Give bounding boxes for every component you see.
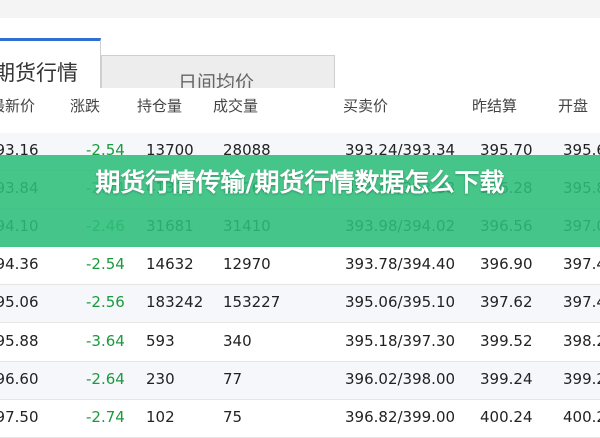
cell-open-interest: 593: [146, 332, 175, 350]
title-banner: 期货行情传输/期货行情数据怎么下载: [0, 155, 600, 247]
header-volume[interactable]: 成交量: [213, 95, 258, 116]
cell-open: 397.4: [563, 255, 600, 273]
cell-volume: 153227: [223, 293, 281, 311]
cell-prev-settle: 399.52: [480, 332, 533, 350]
table-row[interactable]: 395.06 -2.56 183242 153227 395.06/395.10 397.…: [0, 285, 600, 323]
cell-prev-settle: 396.90: [480, 255, 533, 273]
cell-change: -2.54: [86, 255, 125, 273]
cell-open: 397.4: [563, 293, 600, 311]
cell-open: 398.2: [563, 332, 600, 350]
cell-open-interest: 230: [146, 370, 175, 388]
cell-prev-settle: 397.62: [480, 293, 533, 311]
cell-prev-settle: 399.24: [480, 370, 533, 388]
cell-open-interest: 102: [146, 408, 175, 426]
cell-last-price: 395.88: [0, 332, 39, 350]
banner-title: 期货行情传输/期货行情数据怎么下载: [95, 168, 505, 197]
table-header: 最新价 涨跌 持仓量 成交量 买卖价 昨结算 开盘: [0, 88, 600, 124]
cell-change: -2.74: [86, 408, 125, 426]
row-divider: [0, 322, 600, 323]
cell-last-price: 397.50: [0, 408, 39, 426]
window-top-bar: [0, 0, 600, 18]
table-row[interactable]: 394.36 -2.54 14632 12970 393.78/394.40 396.90…: [0, 247, 600, 285]
header-open[interactable]: 开盘: [558, 95, 588, 116]
cell-change: -3.64: [86, 332, 125, 350]
cell-prev-settle: 400.24: [480, 408, 533, 426]
cell-bid-ask: 395.06/395.10: [345, 293, 456, 311]
cell-bid-ask: 396.02/398.00: [345, 370, 456, 388]
header-bid-ask[interactable]: 买卖价: [343, 95, 388, 116]
cell-change: -2.64: [86, 370, 125, 388]
table-row[interactable]: 397.50 -2.74 102 75 396.82/399.00 400.24 400.2: [0, 400, 600, 438]
cell-last-price: 394.36: [0, 255, 39, 273]
cell-last-price: 396.60: [0, 370, 39, 388]
table-row[interactable]: 396.60 -2.64 230 77 396.02/398.00 399.24 399.2: [0, 362, 600, 400]
cell-open-interest: 183242: [146, 293, 204, 311]
cell-last-price: 395.06: [0, 293, 39, 311]
cell-open-interest: 14632: [146, 255, 194, 273]
cell-volume: 340: [223, 332, 252, 350]
cell-open: 400.2: [563, 408, 600, 426]
cell-open: 399.2: [563, 370, 600, 388]
cell-volume: 12970: [223, 255, 271, 273]
tab-futures-quotes-label: 期货行情: [0, 61, 78, 85]
cell-change: -2.56: [86, 293, 125, 311]
header-open-interest[interactable]: 持仓量: [137, 95, 182, 116]
cell-bid-ask: 396.82/399.00: [345, 408, 456, 426]
table-row[interactable]: 395.88 -3.64 593 340 395.18/397.30 399.52 398.…: [0, 324, 600, 362]
header-change[interactable]: 涨跌: [70, 95, 100, 116]
header-last-price[interactable]: 最新价: [0, 95, 35, 116]
cell-volume: 75: [223, 408, 243, 426]
header-prev-settle[interactable]: 昨结算: [472, 95, 517, 116]
cell-bid-ask: 395.18/397.30: [345, 332, 456, 350]
cell-volume: 77: [223, 370, 243, 388]
tab-bar: 期货行情 日间均价: [0, 18, 600, 105]
cell-bid-ask: 393.78/394.40: [345, 255, 456, 273]
